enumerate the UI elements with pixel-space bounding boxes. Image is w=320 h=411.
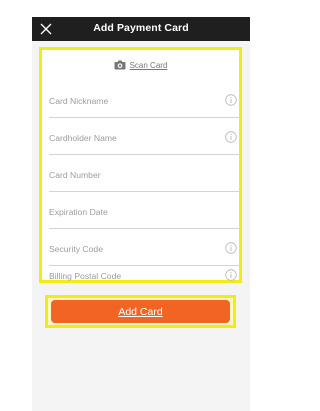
field-label: Cardholder Name — [49, 133, 117, 143]
field-underline — [49, 154, 239, 155]
scan-card-row: Scan Card — [42, 58, 239, 72]
field-underline — [49, 228, 239, 229]
scan-card-link[interactable]: Scan Card — [130, 61, 168, 70]
field-label: Card Nickname — [49, 96, 109, 106]
billing-postal-code-field[interactable]: Billing Postal Code — [49, 244, 246, 283]
card-number-field[interactable]: Card Number — [49, 156, 246, 192]
page-title: Add Payment Card — [93, 22, 189, 34]
title-bar: Add Payment Card — [32, 17, 250, 41]
card-nickname-field[interactable]: Card Nickname — [49, 82, 246, 118]
field-underline — [49, 117, 239, 118]
field-label: Expiration Date — [49, 207, 108, 217]
expiration-date-field[interactable]: Expiration Date — [49, 193, 246, 229]
info-icon[interactable] — [225, 269, 237, 281]
field-underline — [49, 191, 239, 192]
info-icon[interactable] — [225, 94, 237, 106]
add-payment-card-screen: Add Payment Card Scan Card Card Nickname… — [32, 17, 250, 411]
add-card-highlight: Add Card — [45, 295, 236, 328]
cardholder-name-field[interactable]: Cardholder Name — [49, 119, 246, 155]
info-icon[interactable] — [225, 131, 237, 143]
field-label: Card Number — [49, 170, 101, 180]
add-card-button[interactable]: Add Card — [51, 300, 230, 323]
field-label: Billing Postal Code — [49, 271, 122, 281]
card-form: Scan Card Card Nickname Cardholder Name … — [39, 47, 242, 283]
camera-icon — [114, 60, 126, 70]
